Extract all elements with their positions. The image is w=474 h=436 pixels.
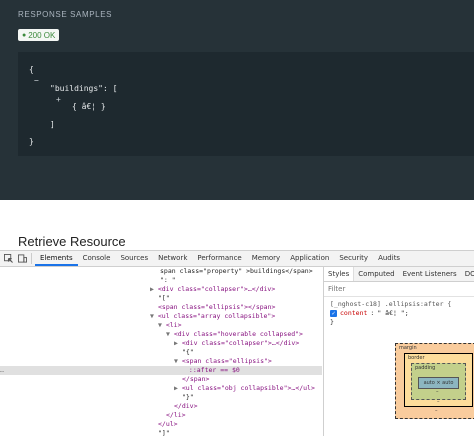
dom-node-line[interactable]: ▼ <div class="hoverable collapsed"> xyxy=(0,330,322,339)
tab-network[interactable]: Network xyxy=(153,251,192,266)
tab-memory[interactable]: Memory xyxy=(247,251,285,266)
collapse-toggle[interactable]: − xyxy=(34,76,39,85)
dom-node-line[interactable]: ▼ <span class="ellipsis"> xyxy=(0,357,322,366)
elements-tree[interactable]: span class="property" >buildings</span> … xyxy=(0,267,322,436)
toolbar-divider xyxy=(31,253,32,264)
tab-console[interactable]: Console xyxy=(78,251,116,266)
css-property-name[interactable]: content xyxy=(340,309,367,317)
dom-node-text: <div class="hoverable collapsed"> xyxy=(173,330,303,338)
collapse-triangle-icon[interactable]: ▼ xyxy=(0,357,182,365)
dom-node-line[interactable]: ▶ <ul class="obj collapsible">…</ul> xyxy=(0,384,322,393)
css-selector[interactable]: [_nghost-c18] .ellipsis:after { xyxy=(330,300,451,308)
dom-node-text: </ul> xyxy=(158,420,178,428)
dom-node-line-selected[interactable]: …::after == $0 xyxy=(0,366,322,375)
border-label: border xyxy=(408,355,425,361)
dom-node-line[interactable]: "{" xyxy=(0,348,322,357)
dom-node-text: "}" xyxy=(182,393,194,401)
tab-audits[interactable]: Audits xyxy=(373,251,405,266)
dom-node-text: <ul class="obj collapsible">…</ul> xyxy=(181,384,315,392)
tab-application[interactable]: Application xyxy=(285,251,334,266)
dom-node-line[interactable]: </li> xyxy=(0,411,322,420)
tab-event-listeners[interactable]: Event Listeners xyxy=(399,267,461,281)
collapse-triangle-icon[interactable]: ▼ xyxy=(0,312,158,320)
json-collapsed-object[interactable]: { â€¦ } xyxy=(72,102,106,111)
dom-node-text: "[" xyxy=(158,294,170,302)
css-declaration: ✓ content: " â€¦ "; xyxy=(330,309,409,317)
dom-node-line[interactable]: </ul> xyxy=(0,420,322,429)
dom-node-text: </span> xyxy=(182,375,210,383)
expand-triangle-icon[interactable]: ▶ xyxy=(0,285,158,293)
expand-triangle-icon[interactable]: ▶ xyxy=(0,384,182,392)
json-buildings-key: "buildings": [ xyxy=(50,84,118,93)
tab-security[interactable]: Security xyxy=(334,251,373,266)
tab-sources[interactable]: Sources xyxy=(115,251,153,266)
dom-node-text: <span class="ellipsis"> xyxy=(181,357,272,365)
section-title: Retrieve Resource xyxy=(18,234,126,249)
dom-node-line[interactable]: ▶ <div class="collapser">…</div> xyxy=(0,339,322,348)
tab-elements[interactable]: Elements xyxy=(35,251,78,266)
margin-bottom-value: – xyxy=(435,408,438,414)
css-rule: [_nghost-c18] .ellipsis:after { ✓ conten… xyxy=(324,296,474,326)
box-model-margin[interactable]: margin border padding auto × auto – – – xyxy=(395,343,474,419)
dom-node-text: <ul class="array collapsible"> xyxy=(157,312,276,320)
expand-toggle[interactable]: + xyxy=(56,95,61,104)
devtools-tabbar: Elements Console Sources Network Perform… xyxy=(0,251,474,267)
box-model-border[interactable]: border padding auto × auto – – xyxy=(404,353,473,407)
css-property-value[interactable]: " â€¦ "; xyxy=(377,309,408,317)
tab-styles[interactable]: Styles xyxy=(324,267,355,281)
dom-node-line[interactable]: ▼ <li> xyxy=(0,321,322,330)
collapse-triangle-icon[interactable]: ▼ xyxy=(0,321,166,329)
dom-node-line[interactable]: span class="property" >buildings</span> xyxy=(0,267,322,276)
declaration-checkbox[interactable]: ✓ xyxy=(330,309,337,317)
json-close-bracket: ] xyxy=(50,120,55,129)
dom-node-text: "{" xyxy=(182,348,194,356)
response-samples-header: RESPONSE SAMPLES xyxy=(18,10,113,19)
status-200-tab[interactable]: ● 200 OK xyxy=(18,29,60,41)
expand-triangle-icon[interactable]: ▶ xyxy=(0,339,182,347)
dom-node-line[interactable]: </div> xyxy=(0,402,322,411)
json-close-brace: } xyxy=(29,137,34,146)
box-model-padding[interactable]: padding auto × auto – xyxy=(411,363,466,400)
status-dot-icon: ● xyxy=(22,31,27,39)
box-model-content[interactable]: auto × auto xyxy=(418,377,459,389)
dom-node-line[interactable]: <span class="ellipsis"></span> xyxy=(0,303,322,312)
status-label: 200 OK xyxy=(28,30,56,40)
dom-node-line[interactable]: ": " xyxy=(0,276,322,285)
json-open-brace: { xyxy=(29,65,34,74)
dom-node-text: span class="property" >buildings</span> xyxy=(160,267,313,275)
dom-node-text: ": " xyxy=(160,276,176,284)
tab-computed[interactable]: Computed xyxy=(354,267,398,281)
border-bottom-value: – xyxy=(437,399,440,405)
dom-node-text: <div class="collapser">…</div> xyxy=(181,339,300,347)
json-sample-block: { − "buildings": [ + { â€¦ } ] } xyxy=(18,52,474,156)
dom-node-line[interactable]: "}" xyxy=(0,393,322,402)
styles-tabbar: Styles Computed Event Listeners DOM Brea xyxy=(324,267,474,282)
padding-label: padding xyxy=(415,365,436,371)
dom-node-line[interactable]: "[" xyxy=(0,294,322,303)
styles-filter-input[interactable] xyxy=(328,284,468,294)
dom-node-text: <div class="collapser">…</div> xyxy=(157,285,276,293)
dom-node-text: ::after == $0 xyxy=(188,366,240,374)
dom-node-text: <span class="ellipsis"></span> xyxy=(158,303,276,311)
css-rule-close: } xyxy=(330,318,334,326)
tab-performance[interactable]: Performance xyxy=(192,251,246,266)
dom-node-text: </div> xyxy=(174,402,198,410)
padding-bottom-value: – xyxy=(436,389,439,395)
dom-node-line[interactable]: </span> xyxy=(0,375,322,384)
margin-label: margin xyxy=(399,345,417,351)
dom-node-text: </li> xyxy=(166,411,186,419)
device-toggle-icon[interactable] xyxy=(16,253,28,265)
dom-node-text: <li> xyxy=(165,321,182,329)
dom-node-line[interactable]: ▼ <ul class="array collapsible"> xyxy=(0,312,322,321)
dom-node-line[interactable]: ▶ <div class="collapser">…</div> xyxy=(0,285,322,294)
collapse-triangle-icon[interactable]: ▼ xyxy=(0,330,174,338)
response-samples-panel: RESPONSE SAMPLES ● 200 OK { − "buildings… xyxy=(0,0,474,200)
inspect-element-icon[interactable] xyxy=(2,253,14,265)
tab-dom-breakpoints[interactable]: DOM Brea xyxy=(461,267,474,281)
